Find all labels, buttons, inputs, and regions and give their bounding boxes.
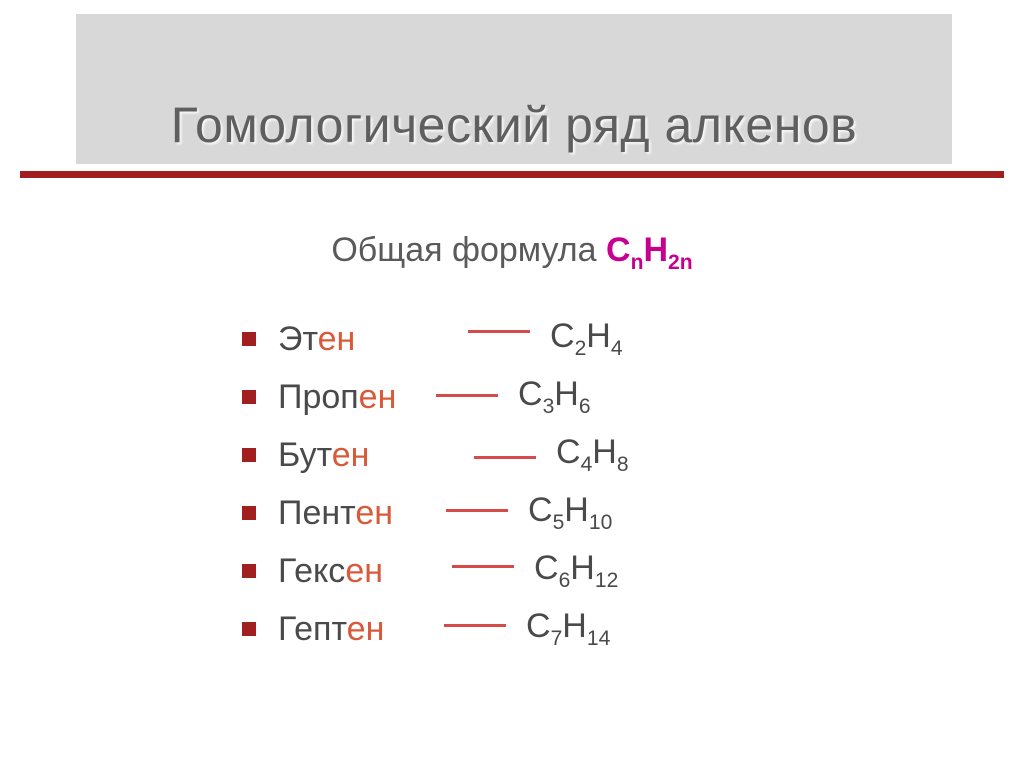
compound-name: Бутен	[278, 436, 488, 475]
link-dash-icon	[444, 624, 506, 627]
compound-formula: C7H14	[526, 607, 610, 651]
formula-c-sub: 6	[559, 569, 571, 592]
compound-formula: C6H12	[534, 549, 618, 593]
compound-formula: C2H4	[550, 317, 623, 361]
subtitle-label: Общая формула	[331, 231, 596, 269]
compound-name: Пентен	[278, 494, 488, 533]
formula-c-sub: 3	[543, 395, 555, 418]
link-dash-icon	[468, 330, 530, 333]
list-item: Гептен C7H14	[242, 600, 802, 658]
formula-h-sub: 14	[587, 627, 610, 650]
formula-c-sub: 7	[551, 627, 563, 650]
formula-h: H	[562, 607, 587, 645]
name-root: Эт	[278, 320, 318, 358]
name-suffix: ен	[355, 494, 393, 532]
formula-h-sub: 8	[617, 453, 629, 476]
name-root: Бут	[278, 436, 332, 474]
formula-h-sub: 6	[579, 395, 591, 418]
name-suffix: ен	[359, 378, 397, 416]
slide: Гомологический ряд алкенов Общая формула…	[0, 0, 1024, 767]
formula-c-sub: 2	[575, 337, 587, 360]
list-item: Пропен C3H6	[242, 368, 802, 426]
list-item: Пентен C5H10	[242, 484, 802, 542]
compound-name: Гептен	[278, 610, 488, 649]
slide-title: Гомологический ряд алкенов	[76, 96, 952, 154]
compound-formula: C5H10	[528, 491, 612, 535]
list-item: Гексен C6H12	[242, 542, 802, 600]
list-item: Этен C2H4	[242, 310, 802, 368]
link-dash-icon	[452, 565, 514, 568]
name-suffix: ен	[332, 436, 370, 474]
formula-c: C	[518, 375, 543, 413]
square-bullet-icon	[242, 622, 256, 636]
formula-c: C	[528, 491, 553, 529]
name-suffix: ен	[345, 552, 383, 590]
formula-c: C	[526, 607, 551, 645]
formula-c: С	[606, 231, 631, 269]
homolog-list: Этен C2H4 Пропен C3H6 Бутен C4H8	[242, 310, 802, 658]
formula-c: C	[534, 549, 559, 587]
name-root: Гепт	[278, 610, 347, 648]
formula-h: H	[570, 549, 595, 587]
formula-c-sub: 5	[553, 511, 565, 534]
formula-h: H	[643, 231, 668, 269]
compound-name: Этен	[278, 320, 488, 359]
name-suffix: ен	[347, 610, 385, 648]
name-suffix: ен	[318, 320, 356, 358]
compound-formula: C4H8	[556, 433, 629, 477]
square-bullet-icon	[242, 506, 256, 520]
formula-sub-2n: 2n	[668, 251, 693, 274]
compound-name: Гексен	[278, 552, 488, 591]
link-dash-icon	[446, 509, 508, 512]
formula-h: H	[592, 433, 617, 471]
formula-h-sub: 10	[589, 511, 612, 534]
divider	[20, 171, 1004, 178]
square-bullet-icon	[242, 564, 256, 578]
formula-sub-n: n	[631, 251, 644, 274]
list-item: Бутен C4H8	[242, 426, 802, 484]
formula-c: C	[556, 433, 581, 471]
compound-formula: C3H6	[518, 375, 591, 419]
link-dash-icon	[474, 456, 536, 459]
square-bullet-icon	[242, 332, 256, 346]
formula-h: H	[554, 375, 579, 413]
subtitle: Общая формула СnH2n	[0, 231, 1024, 275]
formula-c-sub: 4	[581, 453, 593, 476]
formula-h: H	[564, 491, 589, 529]
name-root: Проп	[278, 378, 359, 416]
square-bullet-icon	[242, 448, 256, 462]
formula-h-sub: 4	[611, 337, 623, 360]
name-root: Пент	[278, 494, 355, 532]
name-root: Гекс	[278, 552, 345, 590]
formula-h-sub: 12	[595, 569, 618, 592]
compound-name: Пропен	[278, 378, 488, 417]
formula-c: C	[550, 317, 575, 355]
square-bullet-icon	[242, 390, 256, 404]
formula-h: H	[586, 317, 611, 355]
link-dash-icon	[436, 394, 498, 397]
